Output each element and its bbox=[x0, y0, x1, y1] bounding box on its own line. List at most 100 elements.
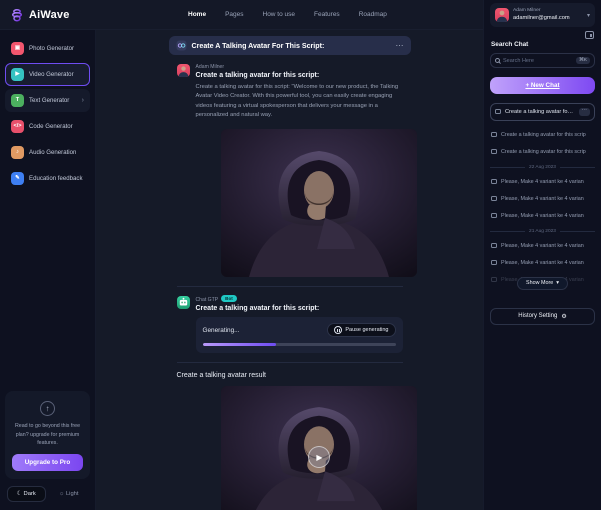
user-message-body: Adam Milner Create a talking avatar for … bbox=[196, 64, 403, 120]
main-content: Create A Talking Avatar For This Script:… bbox=[96, 30, 483, 510]
pause-generating-button[interactable]: Pause generating bbox=[327, 323, 395, 337]
history-item-label: Please, Make 4 variant ke 4 varian bbox=[501, 213, 584, 219]
generated-avatar-image bbox=[221, 129, 417, 277]
result-label: Create a talking avatar result bbox=[169, 372, 411, 379]
chat-menu-icon[interactable]: ⋯ bbox=[396, 42, 404, 50]
upgrade-to-pro-button[interactable]: Upgrade to Pro bbox=[12, 454, 83, 471]
user-profile-chip[interactable]: Adam Milner adamilner@gmail.com ▾ bbox=[490, 3, 595, 27]
chat-bubble-icon bbox=[491, 179, 497, 184]
generating-progress-track bbox=[203, 343, 396, 346]
video-icon: ▶ bbox=[11, 68, 24, 81]
divider bbox=[177, 286, 403, 287]
sidebar-item-label: Photo Generator bbox=[29, 45, 74, 52]
photo-icon: ▣ bbox=[11, 42, 24, 55]
arrow-up-circle-icon: ↑ bbox=[40, 401, 55, 416]
message-title: Create a talking avatar for this script: bbox=[196, 72, 403, 79]
show-more-button[interactable]: Show More ▾ bbox=[517, 277, 568, 290]
right-panel: Adam Milner adamilner@gmail.com ▾ Search… bbox=[483, 0, 601, 510]
history-item[interactable]: Create a talking avatar for this scrip bbox=[490, 128, 595, 142]
generating-box: Generating... Pause generating bbox=[196, 317, 403, 353]
bot-message-body: Chat GTPBot Create a talking avatar for … bbox=[196, 296, 403, 353]
brand[interactable]: AiWave bbox=[0, 8, 96, 22]
chat-history-list: Create a talking avatar for this scrip Cr… bbox=[490, 128, 595, 290]
chevron-right-icon: › bbox=[82, 97, 84, 104]
chat-bubble-icon bbox=[491, 149, 497, 154]
active-chat-label: Create a talking avatar for this scrip bbox=[505, 109, 575, 115]
search-icon bbox=[495, 58, 500, 63]
history-item-label: Please, Make 4 variant ke 4 varian bbox=[501, 196, 584, 202]
nav-item-home[interactable]: Home bbox=[188, 11, 206, 18]
user-avatar bbox=[177, 64, 190, 77]
history-date-label: 22 Aug 2023 bbox=[529, 165, 556, 170]
history-item[interactable]: Please, Make 4 variant ke 4 varian bbox=[490, 192, 595, 206]
upgrade-text: Read to go beyond this free plan? upgrad… bbox=[12, 422, 83, 447]
chevron-down-icon: ▾ bbox=[587, 12, 590, 19]
search-input[interactable] bbox=[503, 58, 573, 64]
nav-item-how-to-use[interactable]: How to use bbox=[263, 11, 296, 18]
text-icon: T bbox=[11, 94, 24, 107]
code-icon: </> bbox=[11, 120, 24, 133]
history-item[interactable]: Please, Make 4 variant ke 4 varian bbox=[490, 209, 595, 223]
nav-item-roadmap[interactable]: Roadmap bbox=[359, 11, 387, 18]
nav-item-features[interactable]: Features bbox=[314, 11, 340, 18]
education-icon: ✎ bbox=[11, 172, 24, 185]
sidebar-item-video-generator[interactable]: ▶Video Generator bbox=[5, 63, 90, 86]
history-item[interactable]: Please, Make 4 variant ke 4 varian bbox=[490, 239, 595, 253]
sidebar-item-audio-generation[interactable]: ♪ Audio Generation bbox=[5, 141, 90, 164]
sun-icon: ☼ bbox=[59, 491, 64, 497]
bot-author-row: Chat GTPBot bbox=[196, 296, 403, 303]
divider bbox=[177, 362, 403, 363]
sidebar-item-education-feedback[interactable]: ✎Education feedback bbox=[5, 167, 90, 190]
bot-avatar-icon bbox=[177, 296, 190, 309]
chat-title: Create A Talking Avatar For This Script: bbox=[192, 42, 325, 50]
left-sidebar: ▣ Photo Generator ▶Video Generator T Text Ge… bbox=[0, 30, 96, 510]
chat-bubble-icon bbox=[495, 109, 501, 114]
chat-title-icon bbox=[176, 40, 187, 51]
nav-item-pages[interactable]: Pages bbox=[225, 11, 243, 18]
new-chat-button[interactable]: + New Chat bbox=[490, 77, 595, 94]
audio-icon: ♪ bbox=[11, 146, 24, 159]
chat-bubble-icon bbox=[491, 243, 497, 248]
bot-message-title: Create a talking avatar for this script: bbox=[196, 305, 403, 312]
chat-bubble-icon bbox=[491, 196, 497, 201]
search-shortcut: ⌘K bbox=[576, 57, 590, 65]
chat-item-menu-icon[interactable]: ⋯ bbox=[579, 108, 591, 116]
sidebar-nav: ▣ Photo Generator ▶Video Generator T Text Ge… bbox=[5, 37, 90, 193]
search-box: ⌘K bbox=[490, 53, 595, 68]
pause-icon bbox=[334, 326, 342, 334]
light-mode-button[interactable]: ☼ Light bbox=[50, 486, 89, 502]
chat-bubble-icon bbox=[491, 277, 497, 282]
sidebar-item-photo-generator[interactable]: ▣ Photo Generator bbox=[5, 37, 90, 60]
chat-bubble-icon bbox=[491, 132, 497, 137]
generating-label: Generating... bbox=[203, 327, 240, 334]
chevron-down-icon: ▾ bbox=[556, 280, 559, 286]
theme-toggle: ☾ Dark ☼ Light bbox=[5, 486, 90, 505]
upgrade-card: ↑ Read to go beyond this free plan? upgr… bbox=[5, 391, 90, 479]
play-button[interactable]: ▶ bbox=[308, 446, 330, 468]
sidebar-item-label: Code Generator bbox=[29, 123, 73, 130]
gear-icon: ⚙ bbox=[561, 313, 566, 320]
history-item-label: Create a talking avatar for this scrip bbox=[501, 132, 586, 138]
history-item[interactable]: Please, Make 4 variant ke 4 varian bbox=[490, 175, 595, 189]
sidebar-item-text-generator[interactable]: T Text Generator › bbox=[5, 89, 90, 112]
sidebar-item-code-generator[interactable]: </> Code Generator bbox=[5, 115, 90, 138]
user-meta: Adam Milner adamilner@gmail.com bbox=[513, 8, 570, 21]
history-item-label: Please, Make 4 variant ke 4 varian bbox=[501, 179, 584, 185]
dark-mode-button[interactable]: ☾ Dark bbox=[7, 486, 46, 502]
collapse-panel-icon[interactable] bbox=[585, 31, 594, 39]
user-avatar bbox=[495, 8, 509, 22]
history-date-divider: 21 Aug 2023 bbox=[490, 229, 595, 234]
history-item[interactable]: Create a talking avatar for this scrip bbox=[490, 145, 595, 159]
sidebar-item-label: Text Generator bbox=[29, 97, 69, 104]
user-email: adamilner@gmail.com bbox=[513, 15, 570, 22]
sidebar-item-label: Audio Generation bbox=[29, 149, 76, 156]
message-author: Adam Milner bbox=[196, 64, 403, 70]
history-setting-button[interactable]: History Setting ⚙ bbox=[490, 308, 595, 325]
brand-name: AiWave bbox=[29, 9, 70, 21]
aiwave-logo-icon bbox=[10, 8, 24, 22]
history-item[interactable]: Please, Make 4 variant ke 4 varian bbox=[490, 256, 595, 270]
chat-bubble-icon bbox=[491, 213, 497, 218]
moon-icon: ☾ bbox=[17, 491, 22, 497]
play-icon: ▶ bbox=[316, 453, 322, 462]
active-chat-item[interactable]: Create a talking avatar for this scrip ⋯ bbox=[490, 103, 595, 121]
